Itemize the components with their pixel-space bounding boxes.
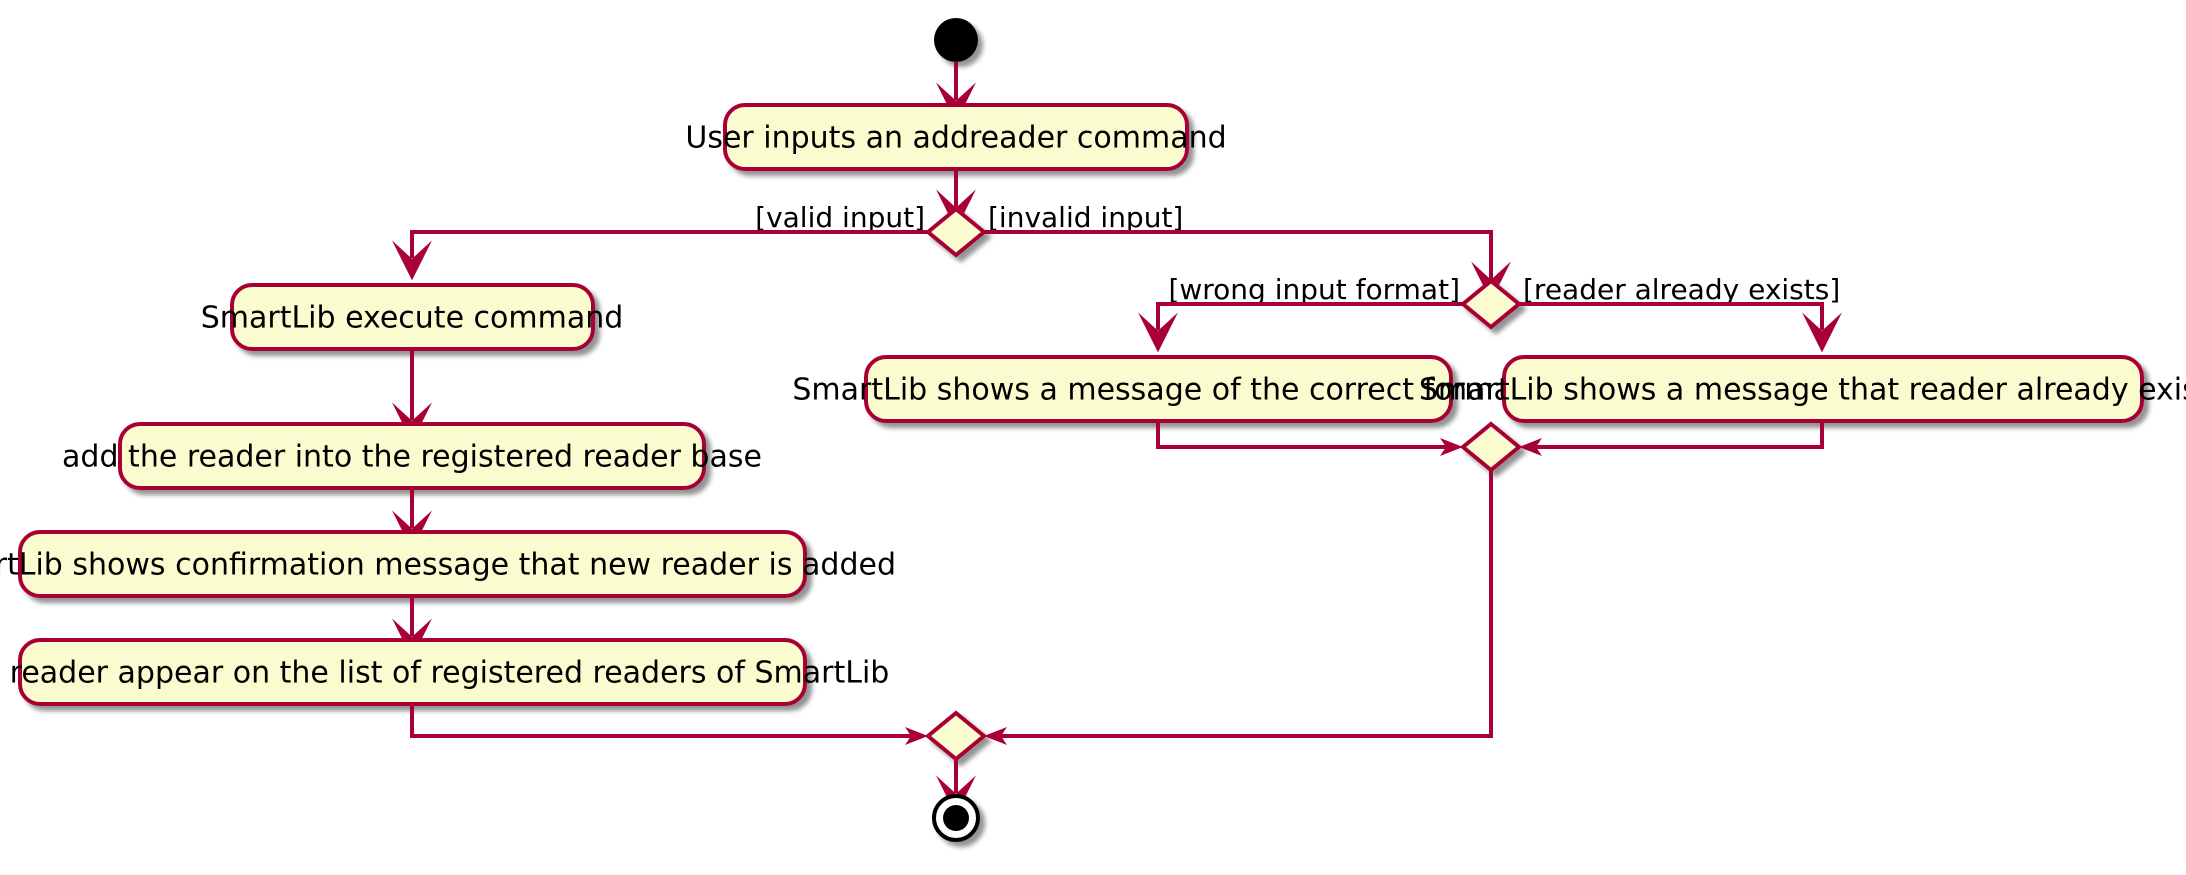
activity-smartlib-execute-command: SmartLib execute command (201, 283, 624, 351)
edge-a6-to-merge1 (1156, 421, 1463, 456)
activity-user-inputs-command: User inputs an addreader command (685, 103, 1227, 171)
edge-d1-valid-branch (392, 230, 928, 281)
initial-node (934, 18, 978, 62)
activity-label: SmartLib execute command (201, 301, 624, 336)
edge-a5-to-merge2 (410, 704, 928, 745)
guard-wrong-input-format: [wrong input format] (1168, 273, 1460, 306)
activity-diagram-canvas: User inputs an addreader command [valid … (0, 0, 2186, 875)
guard-valid-input: [valid input] (755, 201, 925, 234)
decision-input-validity (924, 206, 988, 258)
activity-label: SmartLib shows confirmation message that… (0, 548, 896, 583)
decision-invalid-input-reason (1459, 278, 1523, 330)
activity-show-reader-exists-message: SmartLib shows a message that reader alr… (1419, 355, 2186, 423)
guard-invalid-input: [invalid input] (988, 201, 1183, 234)
edge-d2-already-exists-branch (1519, 302, 1842, 353)
activity-label: User inputs an addreader command (685, 121, 1226, 156)
guard-reader-already-exists: [reader already exists] (1523, 273, 1840, 306)
activity-show-correct-format-message: SmartLib shows a message of the correct … (792, 355, 1524, 423)
final-node (932, 794, 980, 842)
edge-a7-to-merge1 (1519, 421, 1824, 456)
merge-node-bottom (924, 710, 988, 762)
edge-d1-invalid-branch (984, 230, 1511, 302)
activity-new-reader-appears-on-list: New reader appear on the list of registe… (0, 638, 889, 706)
activity-label: SmartLib shows a message of the correct … (792, 373, 1523, 408)
activity-show-confirmation-message: SmartLib shows confirmation message that… (0, 530, 896, 598)
activity-label: New reader appear on the list of registe… (0, 656, 889, 691)
activity-label: add the reader into the registered reade… (62, 440, 762, 475)
activity-add-reader-to-base: add the reader into the registered reade… (62, 422, 762, 490)
merge-node-right (1459, 421, 1523, 473)
edge-d2-wrong-format-branch (1138, 302, 1463, 353)
uml-activity-svg: User inputs an addreader command [valid … (0, 18, 2186, 842)
activity-label: SmartLib shows a message that reader alr… (1419, 373, 2186, 408)
edge-merge1-to-merge2 (984, 470, 1493, 745)
